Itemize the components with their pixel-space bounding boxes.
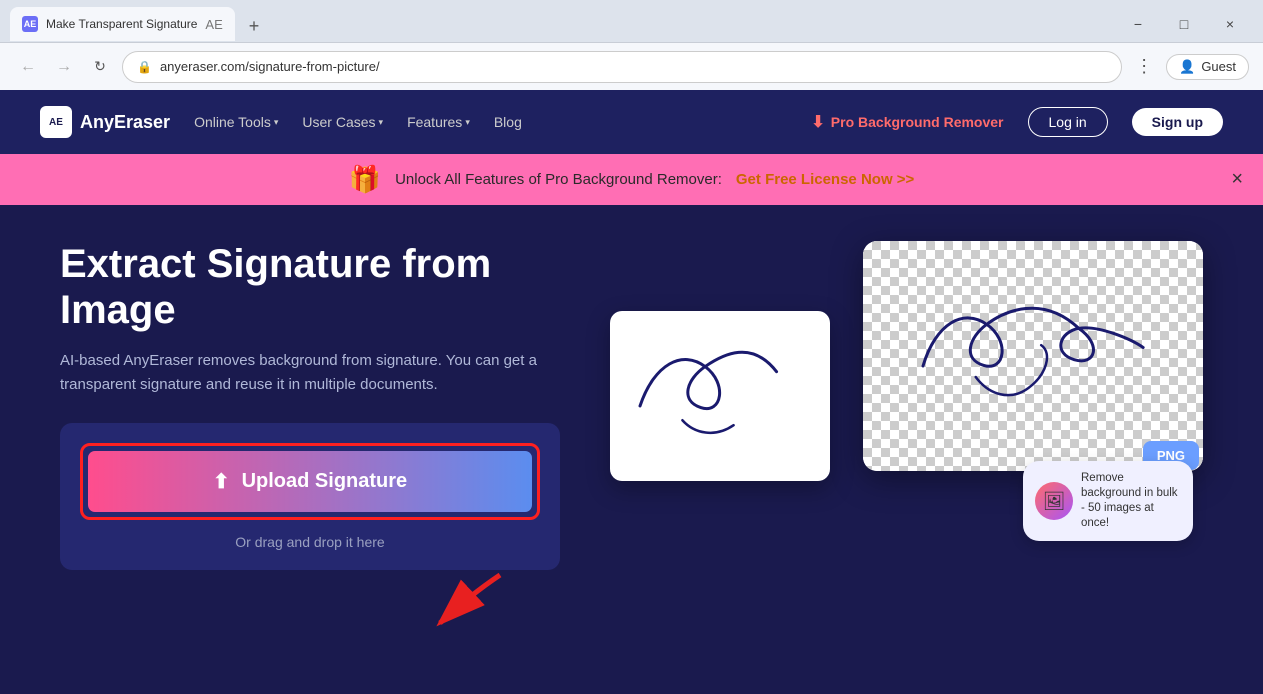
nav-blog-label: Blog: [494, 114, 522, 130]
browser-titlebar: AE Make Transparent Signature AE + − □ ×: [0, 0, 1263, 42]
window-controls: − □ ×: [1115, 8, 1253, 40]
banner-gift-icon: 🎁: [349, 164, 381, 195]
promo-banner: 🎁 Unlock All Features of Pro Background …: [0, 154, 1263, 205]
address-bar[interactable]: 🔒 anyeraser.com/signature-from-picture/: [122, 51, 1122, 83]
nav-blog[interactable]: Blog: [494, 114, 522, 130]
browser-tab-active[interactable]: AE Make Transparent Signature AE: [10, 7, 235, 41]
maximize-button[interactable]: □: [1161, 8, 1207, 40]
banner-link[interactable]: Get Free License Now >>: [736, 171, 914, 188]
guest-profile-button[interactable]: 👤 Guest: [1166, 54, 1249, 80]
processed-signature-card: [863, 241, 1203, 471]
signature-original-svg: [630, 346, 810, 446]
drag-drop-text: Or drag and drop it here: [80, 534, 540, 550]
pro-label: Pro Background Remover: [831, 114, 1004, 130]
nav-online-tools[interactable]: Online Tools ▾: [194, 114, 278, 130]
logo[interactable]: AE AnyEraser: [40, 106, 170, 138]
minimize-button[interactable]: −: [1115, 8, 1161, 40]
nav-user-cases-chevron: ▾: [379, 117, 384, 128]
nav-pro-bg-remover[interactable]: ⬇ Pro Background Remover: [811, 112, 1003, 132]
browser-tabs: AE Make Transparent Signature AE +: [10, 7, 1111, 41]
logo-icon: AE: [40, 106, 72, 138]
nav-features-label: Features: [407, 114, 462, 130]
guest-label: Guest: [1201, 59, 1236, 74]
hero-description: AI-based AnyEraser removes background fr…: [60, 349, 560, 397]
hero-right: PNG 🖼 Remove background in bulk - 50 ima…: [600, 241, 1203, 541]
bubble-icon: 🖼: [1035, 482, 1073, 520]
nav-online-tools-label: Online Tools: [194, 114, 271, 130]
nav-user-cases[interactable]: User Cases ▾: [302, 114, 383, 130]
nav-user-cases-label: User Cases: [302, 114, 375, 130]
guest-icon: 👤: [1179, 59, 1195, 75]
nav-features[interactable]: Features ▾: [407, 114, 470, 130]
address-lock-icon: 🔒: [137, 60, 152, 74]
checker-background: [863, 241, 1203, 471]
close-button[interactable]: ×: [1207, 8, 1253, 40]
upload-signature-button[interactable]: ⬆ Upload Signature: [88, 451, 532, 512]
nav-reload-button[interactable]: ↻: [86, 53, 114, 81]
pro-icon: ⬇: [811, 112, 824, 132]
browser-controls: ← → ↻ 🔒 anyeraser.com/signature-from-pic…: [0, 42, 1263, 90]
tab-close-icon[interactable]: AE: [205, 17, 222, 32]
hero-section: Extract Signature from Image AI-based An…: [0, 205, 1263, 645]
hero-title: Extract Signature from Image: [60, 241, 560, 333]
browser-chrome: AE Make Transparent Signature AE + − □ ×…: [0, 0, 1263, 90]
nav-online-tools-chevron: ▾: [274, 117, 279, 128]
upload-btn-border: ⬆ Upload Signature: [80, 443, 540, 520]
upload-icon: ⬆: [213, 469, 230, 494]
logo-text: AnyEraser: [80, 112, 170, 133]
nav-forward-button[interactable]: →: [50, 53, 78, 81]
signup-button[interactable]: Sign up: [1132, 108, 1223, 136]
original-signature-card: [610, 311, 830, 481]
bubble-text: Remove background in bulk - 50 images at…: [1081, 471, 1181, 531]
arrow-area: [60, 565, 560, 635]
tab-favicon: AE: [22, 16, 38, 32]
login-button[interactable]: Log in: [1028, 107, 1108, 137]
browser-menu-button[interactable]: ⋮: [1130, 53, 1158, 81]
upload-label: Upload Signature: [242, 470, 408, 493]
new-tab-button[interactable]: +: [239, 12, 270, 41]
hero-left: Extract Signature from Image AI-based An…: [60, 241, 560, 635]
nav-features-chevron: ▾: [465, 117, 470, 128]
signature-processed-svg: [893, 296, 1173, 416]
banner-text: Unlock All Features of Pro Background Re…: [395, 171, 722, 188]
banner-close-button[interactable]: ×: [1231, 168, 1243, 191]
tab-title: Make Transparent Signature: [46, 17, 197, 31]
navbar: AE AnyEraser Online Tools ▾ User Cases ▾…: [0, 90, 1263, 154]
arrow-svg: [410, 565, 520, 635]
nav-back-button[interactable]: ←: [14, 53, 42, 81]
address-text: anyeraser.com/signature-from-picture/: [160, 59, 380, 74]
website: AE AnyEraser Online Tools ▾ User Cases ▾…: [0, 90, 1263, 694]
upload-area: ⬆ Upload Signature Or drag and drop it h…: [60, 423, 560, 570]
bulk-remove-bubble[interactable]: 🖼 Remove background in bulk - 50 images …: [1023, 461, 1193, 541]
